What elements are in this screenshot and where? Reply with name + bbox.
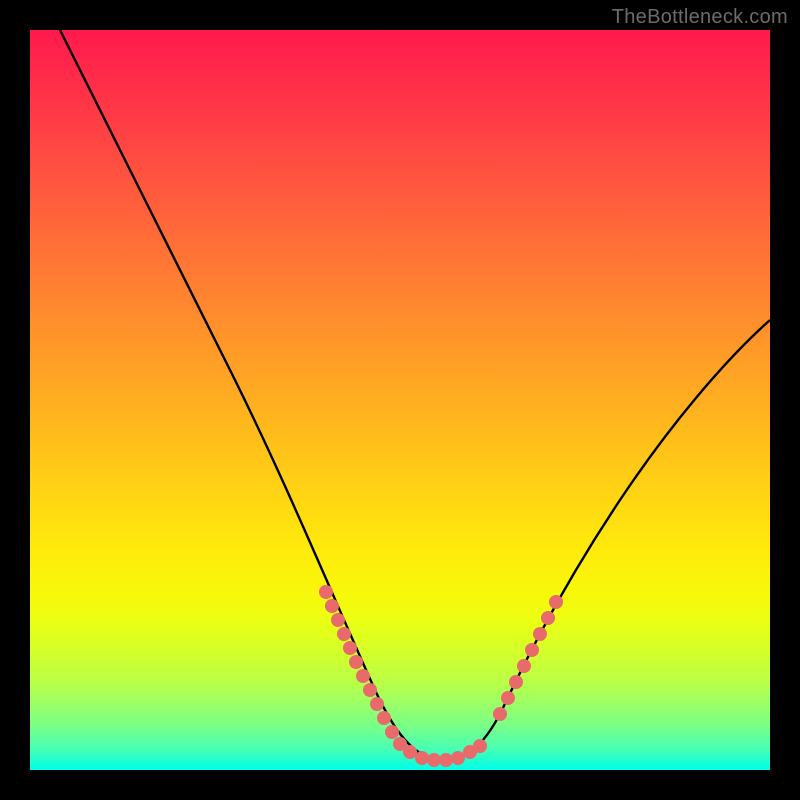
marker-dot: [427, 753, 441, 767]
watermark-text: TheBottleneck.com: [612, 6, 788, 29]
marker-dot: [533, 627, 547, 641]
marker-dot: [509, 675, 523, 689]
marker-dot: [403, 745, 417, 759]
chart-frame: TheBottleneck.com: [0, 0, 800, 800]
markers-left-cluster: [319, 585, 487, 767]
marker-dot: [363, 683, 377, 697]
marker-dot: [349, 655, 363, 669]
marker-dot: [451, 751, 465, 765]
marker-dot: [343, 641, 357, 655]
marker-dot: [325, 599, 339, 613]
marker-dot: [501, 691, 515, 705]
marker-dot: [549, 595, 563, 609]
plot-area: [30, 30, 770, 770]
marker-dot: [493, 707, 507, 721]
bottleneck-curve: [60, 30, 770, 760]
marker-dot: [370, 697, 384, 711]
chart-svg: [30, 30, 770, 770]
marker-dot: [331, 613, 345, 627]
marker-dot: [319, 585, 333, 599]
curve-layer: [60, 30, 770, 760]
marker-dot: [377, 711, 391, 725]
marker-dot: [415, 751, 429, 765]
marker-dot: [439, 753, 453, 767]
marker-dot: [525, 643, 539, 657]
marker-dot: [517, 659, 531, 673]
marker-dot: [385, 725, 399, 739]
marker-dot: [337, 627, 351, 641]
marker-dot: [473, 739, 487, 753]
marker-dot: [541, 611, 555, 625]
marker-dot: [356, 669, 370, 683]
